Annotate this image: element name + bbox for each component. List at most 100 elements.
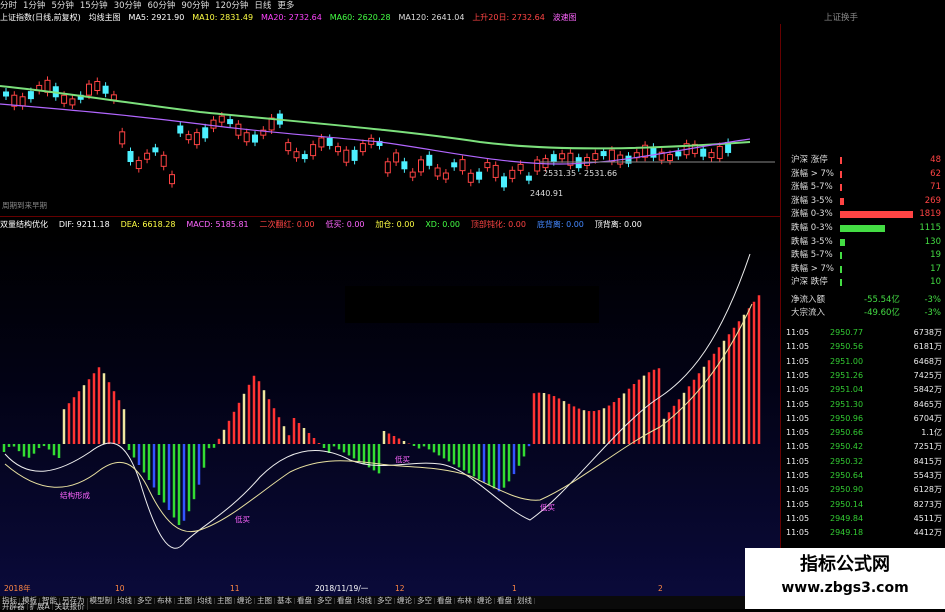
candle xyxy=(335,146,341,153)
bottom-tab[interactable]: 看盘 xyxy=(495,597,515,604)
stat-row[interactable]: 涨幅 3-5% 269 xyxy=(784,195,944,208)
tick-row[interactable]: 11:05 2951.04 5842万 xyxy=(784,383,944,397)
stat-value: 1115 xyxy=(919,223,941,233)
bottom-tab[interactable]: 缠论 xyxy=(235,597,255,604)
timeframe-tab[interactable]: 120分钟 xyxy=(215,0,248,12)
timeframe-tab[interactable]: 30分钟 xyxy=(114,0,142,12)
bottom-tab[interactable]: 多空 xyxy=(415,597,435,604)
bottom-tab[interactable]: 主图 xyxy=(255,597,275,604)
tick-row[interactable]: 11:05 2951.30 8465万 xyxy=(784,398,944,412)
bottom-tab[interactable]: 关联报价 xyxy=(53,603,88,610)
tick-volume: 7251万 xyxy=(913,442,942,452)
stat-row[interactable]: 沪深 涨停 48 xyxy=(784,154,944,167)
timeframe-tab[interactable]: 日线 xyxy=(254,0,271,12)
bottom-tab[interactable]: 均线 xyxy=(115,597,135,604)
tick-row[interactable]: 11:05 2950.42 7251万 xyxy=(784,440,944,454)
timeframe-tab[interactable]: 60分钟 xyxy=(148,0,176,12)
candle xyxy=(426,154,433,166)
candle xyxy=(459,159,466,172)
stat-row[interactable]: 涨幅 0-3% 1819 xyxy=(784,208,944,221)
bottom-tab[interactable]: 多空 xyxy=(375,597,395,604)
bottom-tab[interactable]: 模型制 xyxy=(88,597,115,604)
bottom-tab[interactable]: 布林 xyxy=(155,597,175,604)
bottom-tab[interactable]: 均线 xyxy=(195,597,215,604)
timeframe-tab[interactable]: 分时 xyxy=(0,0,17,12)
bottom-tab[interactable]: 划线 xyxy=(515,597,535,604)
timeframe-tab[interactable]: 5分钟 xyxy=(51,0,73,12)
candle xyxy=(492,164,499,178)
flow-label: 净流入额 xyxy=(791,295,826,305)
watermark-url: www.zbgs3.com xyxy=(781,580,909,596)
tick-volume: 5842万 xyxy=(913,385,942,395)
bottom-tab[interactable]: 开辟器 xyxy=(0,603,28,610)
timeframe-tab[interactable]: 15分钟 xyxy=(80,0,108,12)
timeframe-tab[interactable]: 1分钟 xyxy=(23,0,45,12)
stat-row[interactable]: 跌幅 5-7% 19 xyxy=(784,249,944,262)
tick-time: 11:05 xyxy=(786,370,810,380)
index-name[interactable]: 上证指数(日线,前复权) xyxy=(0,13,81,22)
candlestick-chart[interactable]: 2531.35 - 2531.66 2440.91 周期到来早期 xyxy=(0,24,780,214)
bottom-tab[interactable]: 布林 xyxy=(455,597,475,604)
tick-row[interactable]: 11:05 2950.32 8415万 xyxy=(784,455,944,469)
timeframe-tab[interactable]: 更多 xyxy=(277,0,294,12)
tick-row[interactable]: 11:05 2950.64 5543万 xyxy=(784,469,944,483)
tick-time: 11:05 xyxy=(786,428,810,438)
candle xyxy=(318,137,325,148)
bottom-tab[interactable]: 看盘 xyxy=(435,597,455,604)
bottom-tab[interactable]: 均线 xyxy=(355,597,375,604)
bottom-tab[interactable]: 主图 xyxy=(175,597,195,604)
bottom-tab[interactable]: 基本 xyxy=(275,597,295,604)
bottom-tab[interactable]: 缠论 xyxy=(475,597,495,604)
stat-value: 19 xyxy=(930,250,941,260)
stat-label: 涨幅 0-3% xyxy=(791,209,833,219)
tick-row[interactable]: 11:05 2949.84 4511万 xyxy=(784,512,944,526)
stat-value: 130 xyxy=(924,236,941,247)
tick-row[interactable]: 11:05 2950.96 6704万 xyxy=(784,412,944,426)
low-buy-label: 低买 xyxy=(395,454,410,464)
bottom-tab[interactable]: 缠论 xyxy=(395,597,415,604)
tick-row[interactable]: 11:05 2950.77 6738万 xyxy=(784,326,944,340)
bottom-tab[interactable]: 主图 xyxy=(215,597,235,604)
tick-time: 11:05 xyxy=(786,328,810,337)
bottom-tab[interactable]: 多空 xyxy=(135,597,155,604)
candle xyxy=(61,94,68,104)
tick-time: 11:05 xyxy=(786,528,810,538)
candle xyxy=(409,171,416,178)
tick-row[interactable]: 11:05 2951.26 7425万 xyxy=(784,369,944,383)
main-chart-selector[interactable]: 均线主图 xyxy=(89,13,121,22)
range-annotation: 2531.35 - 2531.66 xyxy=(543,169,617,178)
bottom-tab[interactable]: 扩展A xyxy=(28,603,53,610)
stat-row[interactable]: 跌幅 0-3% 1115 xyxy=(784,222,944,235)
candle xyxy=(418,159,424,173)
dif-value: DIF: 9211.18 xyxy=(58,220,110,229)
stat-label: 跌幅 0-3% xyxy=(791,223,833,233)
candle xyxy=(177,125,184,134)
tick-row[interactable]: 11:05 2950.66 1.1亿 xyxy=(784,426,944,440)
stat-row[interactable]: 涨幅 5-7% 71 xyxy=(784,181,944,194)
candle xyxy=(667,154,673,162)
tick-price: 2950.56 xyxy=(830,342,864,352)
tick-row[interactable]: 11:05 2950.90 6128万 xyxy=(784,483,944,497)
tick-row[interactable]: 11:05 2951.00 6468万 xyxy=(784,355,944,369)
bottom-tab[interactable]: 多空 xyxy=(315,597,335,604)
stat-row[interactable]: 跌幅 > 7% 17 xyxy=(784,263,944,276)
tick-row[interactable]: 11:05 2950.14 8273万 xyxy=(784,498,944,512)
stat-row[interactable]: 跌幅 3-5% 130 xyxy=(784,236,944,249)
candle xyxy=(484,162,491,169)
tick-price: 2950.77 xyxy=(830,328,864,337)
indicator-name[interactable]: 双量结构优化 xyxy=(0,220,48,229)
tick-volume: 4412万 xyxy=(913,528,942,538)
ma120-value: MA120: 2641.04 xyxy=(398,13,465,22)
tick-row[interactable]: 11:05 2950.56 6181万 xyxy=(784,340,944,354)
stat-row[interactable]: 涨幅 > 7% 62 xyxy=(784,168,944,181)
timeframe-tab[interactable]: 90分钟 xyxy=(181,0,209,12)
stat-value: 17 xyxy=(930,263,941,274)
stat-row[interactable]: 沪深 跌停 10 xyxy=(784,276,944,289)
ma20-value: MA20: 2732.64 xyxy=(260,13,322,22)
tick-price: 2951.30 xyxy=(830,399,864,409)
bottom-tab[interactable]: 看盘 xyxy=(335,597,355,604)
candle xyxy=(160,154,167,167)
candle xyxy=(119,131,126,145)
tick-row[interactable]: 11:05 2949.18 4412万 xyxy=(784,526,944,540)
bottom-tab[interactable]: 看盘 xyxy=(295,597,315,604)
